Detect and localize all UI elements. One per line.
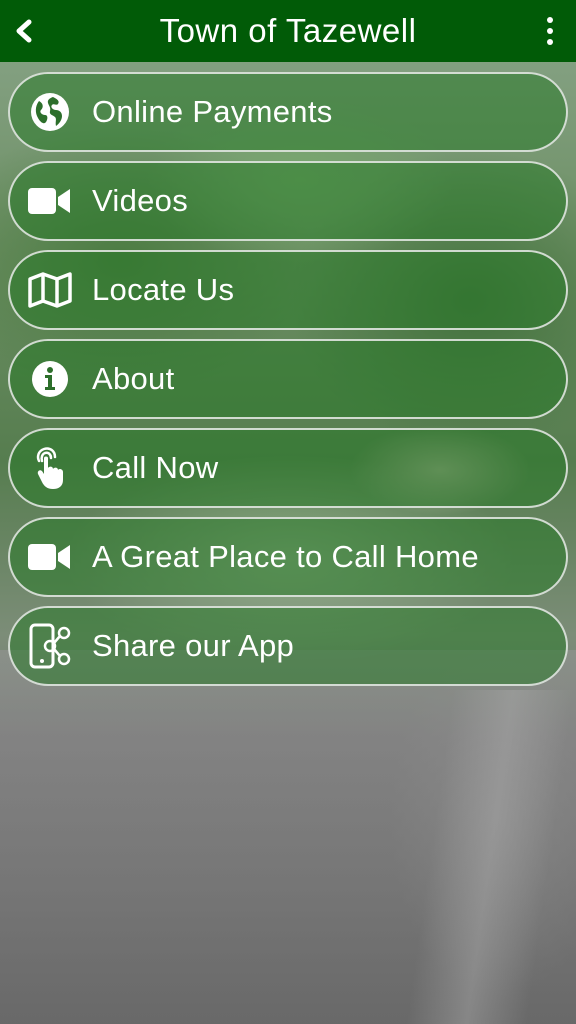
menu-item-videos[interactable]: Videos [8, 161, 568, 241]
menu-item-label: Share our App [92, 628, 295, 663]
video-camera-icon [28, 535, 72, 579]
overflow-menu-button[interactable] [538, 14, 562, 48]
menu-item-about[interactable]: About [8, 339, 568, 419]
info-icon [28, 357, 72, 401]
menu-item-label: Videos [92, 183, 189, 218]
menu-item-online-payments[interactable]: Online Payments [8, 72, 568, 152]
menu-item-locate-us[interactable]: Locate Us [8, 250, 568, 330]
share-app-icon [28, 623, 72, 669]
menu-item-label: Call Now [92, 450, 219, 485]
menu-list: Online Payments Videos Locate Us About C… [8, 72, 568, 695]
menu-item-label: Locate Us [92, 272, 235, 307]
more-vertical-icon [547, 17, 553, 23]
top-app-bar: Town of Tazewell [0, 0, 576, 62]
menu-item-label: About [92, 361, 175, 396]
map-icon [28, 268, 72, 312]
app-title: Town of Tazewell [159, 12, 417, 49]
back-button[interactable] [8, 15, 40, 47]
video-camera-icon [28, 179, 72, 223]
menu-item-call-now[interactable]: Call Now [8, 428, 568, 508]
menu-item-label: Online Payments [92, 94, 333, 129]
chevron-left-icon [16, 19, 32, 43]
touch-icon [28, 446, 72, 490]
menu-item-label: A Great Place to Call Home [92, 539, 479, 574]
globe-icon [28, 90, 72, 134]
menu-item-share-app[interactable]: Share our App [8, 606, 568, 686]
menu-item-great-place[interactable]: A Great Place to Call Home [8, 517, 568, 597]
